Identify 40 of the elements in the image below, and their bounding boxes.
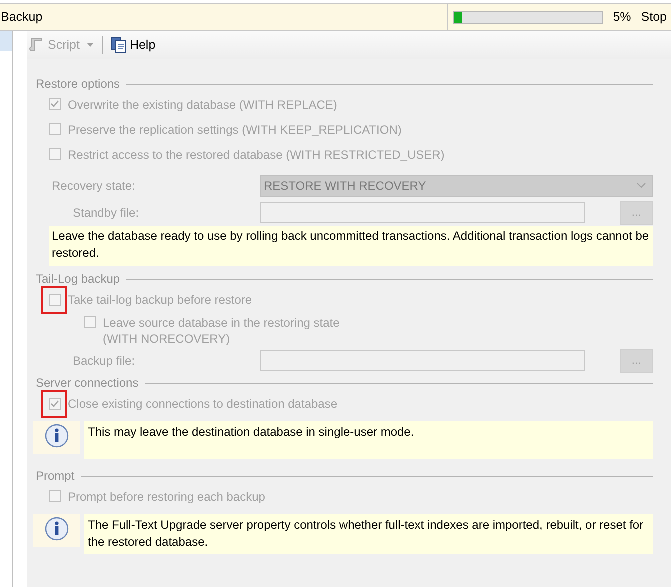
field-label: Recovery state: bbox=[52, 178, 136, 192]
section-title: Tail-Log backup bbox=[36, 272, 120, 286]
checkbox[interactable] bbox=[49, 294, 61, 306]
document-icon bbox=[110, 36, 127, 54]
window-title: Backup bbox=[1, 10, 44, 24]
info-icon bbox=[44, 517, 68, 541]
file-field[interactable] bbox=[260, 350, 585, 371]
checkbox-label: Leave source database in the restoring state (WITH NORECOVERY) bbox=[103, 315, 340, 347]
checkbox-label: Close existing connections to destination database bbox=[68, 396, 338, 412]
checkbox-label: Overwrite the existing database (WITH REPLACE) bbox=[68, 97, 338, 113]
info-message: This may leave the destination database in single-user mode. bbox=[84, 421, 653, 459]
description-note: Leave the database ready to use by rolling back uncommitted transactions. Additional transaction logs cannot be restored. bbox=[49, 226, 653, 266]
recovery-dropdown[interactable]: RESTORE WITH RECOVERY bbox=[260, 174, 653, 196]
section-title: Server connections bbox=[36, 376, 139, 390]
sidebar-item[interactable] bbox=[0, 31, 12, 51]
checkbox-label: Preserve the replication settings (WITH KEEP_REPLICATION) bbox=[68, 122, 402, 138]
checkbox-label: Prompt before restoring each backup bbox=[68, 489, 266, 505]
browse-button[interactable]: ... bbox=[620, 200, 653, 224]
checkbox[interactable] bbox=[49, 148, 61, 160]
stop-link[interactable]: Stop bbox=[641, 10, 667, 24]
info-message: The Full-Text Upgrade server property controls whether full-text indexes are imported, rebuilt, or reset for the restored database. bbox=[84, 514, 653, 554]
checkbox[interactable] bbox=[49, 98, 61, 110]
field-label: Standby file: bbox=[72, 206, 140, 220]
toolbar-button[interactable]: Help bbox=[108, 36, 158, 54]
checkbox[interactable] bbox=[49, 123, 61, 135]
checkbox[interactable] bbox=[84, 316, 96, 328]
browse-button[interactable]: ... bbox=[620, 348, 653, 372]
checkbox[interactable] bbox=[49, 490, 61, 502]
chevron-icon bbox=[637, 183, 646, 188]
checkbox-label: Take tail-log backup before restore bbox=[68, 292, 252, 308]
checkbox-label: Restrict access to the restored database (WITH RESTRICTED_USER) bbox=[68, 147, 445, 163]
info-icon bbox=[44, 424, 68, 448]
checkbox[interactable] bbox=[49, 398, 61, 410]
section-title: Prompt bbox=[36, 469, 75, 483]
section-title: Restore options bbox=[36, 77, 120, 91]
caret-icon bbox=[86, 43, 94, 47]
file-field[interactable] bbox=[260, 202, 585, 223]
field-label: Backup file: bbox=[72, 354, 136, 368]
scroll-icon bbox=[29, 37, 45, 53]
progress-reading: 5% bbox=[613, 10, 632, 24]
